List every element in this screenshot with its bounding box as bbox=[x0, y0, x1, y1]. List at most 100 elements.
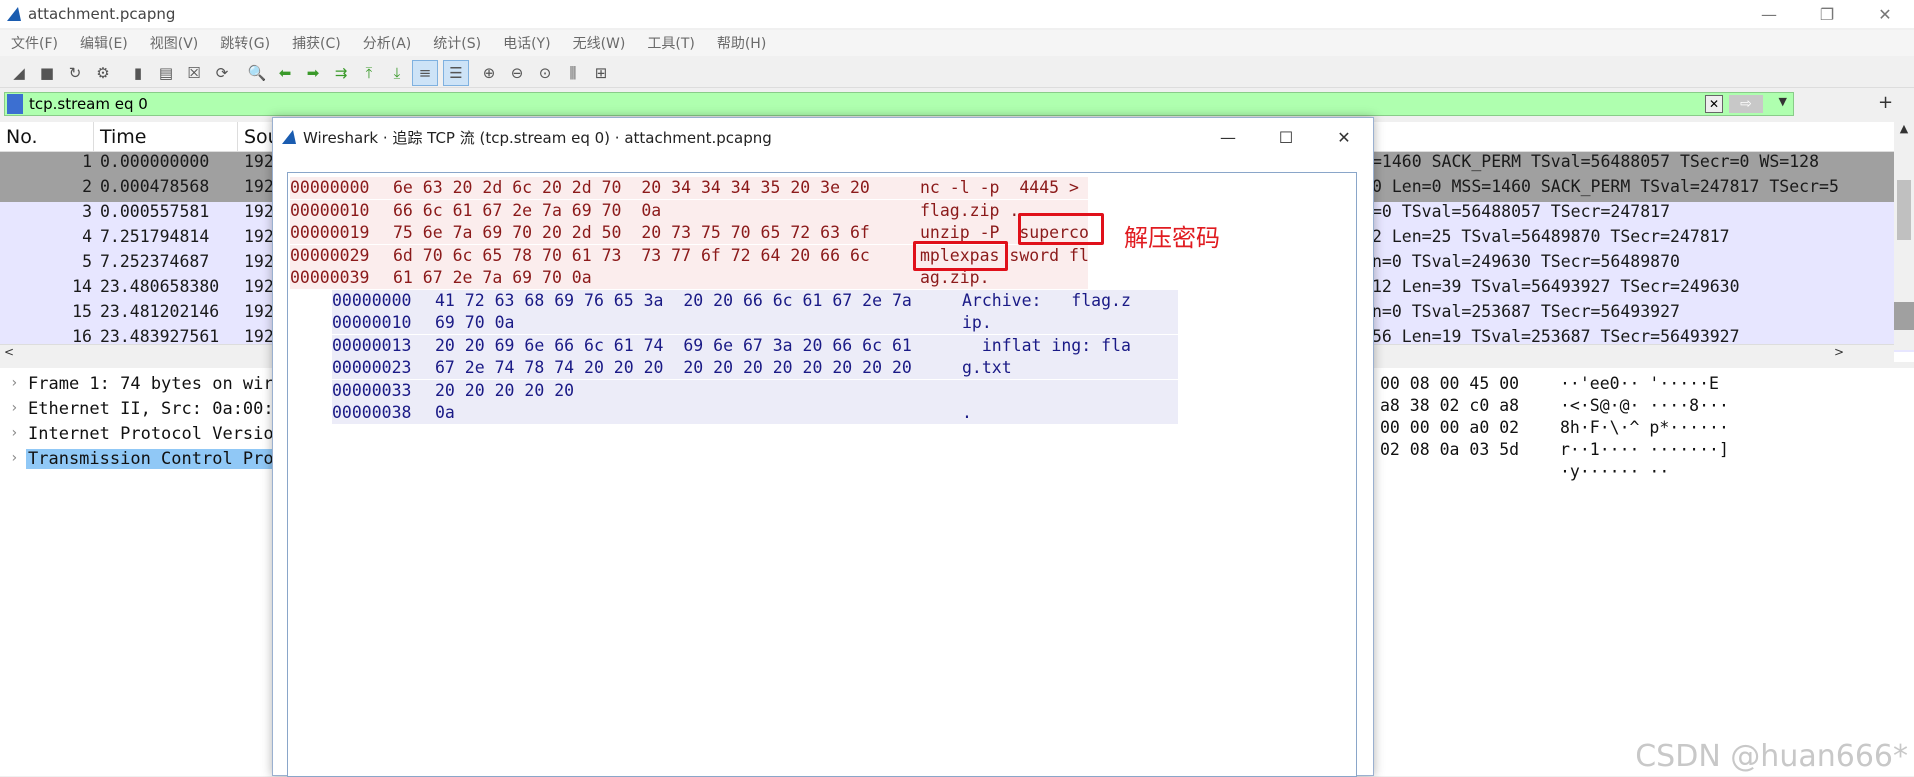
menu-file[interactable]: 文件(F) bbox=[11, 33, 58, 53]
stream-ascii: inflat ing: fla bbox=[962, 335, 1131, 355]
go-forward-icon[interactable]: ➡ bbox=[300, 60, 326, 86]
scroll-right-icon[interactable]: > bbox=[1834, 345, 1844, 359]
clear-filter-icon[interactable]: ✕ bbox=[1705, 95, 1723, 113]
menu-wireless[interactable]: 无线(W) bbox=[573, 33, 626, 53]
column-time[interactable]: Time bbox=[94, 121, 238, 152]
stream-offset: 00000033 bbox=[332, 380, 412, 400]
packet-list-scrollbar[interactable]: ▲ bbox=[1894, 122, 1914, 350]
stream-offset: 00000000 bbox=[332, 290, 412, 310]
dialog-maximize-button[interactable]: ☐ bbox=[1257, 118, 1315, 156]
password-highlight-2 bbox=[913, 241, 1008, 271]
menu-view[interactable]: 视图(V) bbox=[150, 33, 199, 53]
restart-capture-icon[interactable]: ↻ bbox=[62, 60, 88, 86]
start-capture-icon[interactable]: ◢ bbox=[6, 60, 32, 86]
zoom-out-icon[interactable]: ⊖ bbox=[504, 60, 530, 86]
detail-text: Ethernet II, Src: 0a:00: bbox=[28, 399, 274, 419]
go-first-icon[interactable]: ⤒ bbox=[356, 60, 382, 86]
stream-bytes: 75 6e 7a 69 70 20 2d 50 20 73 75 70 65 7… bbox=[393, 223, 870, 242]
menu-analyze[interactable]: 分析(A) bbox=[363, 33, 412, 53]
restore-button[interactable]: ❐ bbox=[1798, 0, 1856, 28]
dialog-controls: — ☐ ✕ bbox=[1199, 118, 1373, 156]
packet-time: 7.251794814 bbox=[100, 227, 210, 246]
column-no[interactable]: No. bbox=[0, 121, 94, 152]
stream-bytes: 61 67 2e 7a 69 70 0a bbox=[393, 268, 592, 287]
menu-statistics[interactable]: 统计(S) bbox=[433, 33, 481, 53]
packet-info: 0 Len=0 MSS=1460 SACK_PERM TSval=247817 … bbox=[1372, 177, 1839, 196]
go-back-icon[interactable]: ⬅ bbox=[272, 60, 298, 86]
autoscroll-icon[interactable]: ≡ bbox=[412, 59, 438, 86]
go-to-packet-icon[interactable]: ⇉ bbox=[328, 60, 354, 86]
chevron-down-icon[interactable]: ▼ bbox=[1779, 95, 1787, 108]
main-toolbar: ◢ ■ ↻ ⚙ ▮ ▤ ☒ ⟳ 🔍 ⬅ ➡ ⇉ ⤒ ⤓ ≡ ☰ ⊕ ⊖ ⊙ ⫼ … bbox=[0, 58, 1914, 88]
password-highlight-1 bbox=[1018, 213, 1104, 245]
layout-icon[interactable]: ⊞ bbox=[588, 60, 614, 86]
menu-go[interactable]: 跳转(G) bbox=[220, 33, 270, 53]
packet-info: 2 Len=25 TSval=56489870 TSecr=247817 bbox=[1372, 227, 1730, 246]
menu-tools[interactable]: 工具(T) bbox=[647, 33, 694, 53]
display-filter-input[interactable]: tcp.stream eq 0 bbox=[29, 95, 148, 113]
packet-src: 192 bbox=[244, 302, 274, 321]
follow-tcp-stream-dialog: Wireshark · 追踪 TCP 流 (tcp.stream eq 0) ·… bbox=[272, 117, 1374, 777]
scroll-up-icon[interactable]: ▲ bbox=[1894, 122, 1914, 135]
zoom-normal-icon[interactable]: ⊙ bbox=[532, 60, 558, 86]
dialog-close-button[interactable]: ✕ bbox=[1315, 118, 1373, 156]
stream-bytes: 0a bbox=[435, 403, 455, 422]
packet-info: =0 TSval=56488057 TSecr=247817 bbox=[1372, 202, 1671, 221]
stream-content[interactable]: 00000000 6e 63 20 2d 6c 20 2d 70 20 34 34… bbox=[287, 172, 1357, 777]
expand-arrow-icon[interactable]: › bbox=[10, 375, 18, 391]
stream-ascii: ip. bbox=[962, 313, 992, 332]
client-data-row: 00000000 6e 63 20 2d 6c 20 2d 70 20 34 34… bbox=[290, 177, 1088, 199]
hex-bytes: 02 08 0a 03 5d bbox=[1380, 440, 1520, 459]
stream-ascii: g.txt bbox=[962, 358, 1012, 377]
window-controls: — ❐ ✕ bbox=[1740, 0, 1914, 28]
open-file-icon[interactable]: ▮ bbox=[125, 60, 151, 86]
scroll-thumb[interactable] bbox=[1897, 180, 1911, 240]
stream-bytes: 41 72 63 68 69 76 65 3a 20 20 66 6c 61 6… bbox=[435, 290, 912, 310]
bookmark-icon[interactable] bbox=[7, 94, 23, 114]
find-packet-icon[interactable]: 🔍 bbox=[244, 60, 270, 86]
packet-src: 192 bbox=[244, 252, 274, 271]
menu-help[interactable]: 帮助(H) bbox=[717, 33, 766, 53]
packet-src: 192 bbox=[244, 177, 274, 196]
expand-arrow-icon[interactable]: › bbox=[10, 425, 18, 441]
go-last-icon[interactable]: ⤓ bbox=[384, 60, 410, 86]
close-button[interactable]: ✕ bbox=[1856, 0, 1914, 28]
scroll-marker bbox=[1894, 302, 1914, 330]
dialog-minimize-button[interactable]: — bbox=[1199, 118, 1257, 156]
server-data-row: 00000023 67 2e 74 78 74 20 20 20 20 20 20… bbox=[332, 357, 1178, 379]
zoom-in-icon[interactable]: ⊕ bbox=[476, 60, 502, 86]
menu-telephony[interactable]: 电话(Y) bbox=[503, 33, 550, 53]
packet-time: 0.000557581 bbox=[100, 202, 210, 221]
packet-src: 192 bbox=[244, 277, 274, 296]
add-filter-button[interactable]: + bbox=[1878, 92, 1893, 113]
packet-info: n=0 TSval=249630 TSecr=56489870 bbox=[1372, 252, 1680, 271]
minimize-button[interactable]: — bbox=[1740, 0, 1798, 28]
hex-ascii: ·<·S@·@· ····8··· bbox=[1560, 396, 1729, 415]
packet-src: 192 bbox=[244, 152, 274, 171]
menu-capture[interactable]: 捕获(C) bbox=[292, 33, 341, 53]
hex-ascii: ··'ee0·· '·····E bbox=[1560, 374, 1719, 393]
hex-ascii: ·y······ ·· bbox=[1560, 462, 1670, 481]
packet-no: 2 bbox=[82, 177, 92, 196]
scroll-left-icon[interactable]: < bbox=[4, 345, 14, 359]
stop-capture-icon[interactable]: ■ bbox=[34, 60, 60, 86]
expand-arrow-icon[interactable]: › bbox=[10, 450, 18, 466]
stream-offset: 00000013 bbox=[332, 335, 412, 355]
packet-no: 15 bbox=[72, 302, 92, 321]
server-data-row: 00000010 69 70 0a ip. bbox=[332, 312, 1178, 334]
stream-bytes: 20 20 20 20 20 bbox=[435, 380, 575, 400]
hex-bytes: 00 00 00 a0 02 bbox=[1380, 418, 1520, 437]
menu-edit[interactable]: 编辑(E) bbox=[80, 33, 128, 53]
expand-arrow-icon[interactable]: › bbox=[10, 400, 18, 416]
menu-bar: 文件(F) 编辑(E) 视图(V) 跳转(G) 捕获(C) 分析(A) 统计(S… bbox=[0, 30, 1914, 56]
reload-file-icon[interactable]: ⟳ bbox=[209, 60, 235, 86]
close-file-icon[interactable]: ☒ bbox=[181, 60, 207, 86]
resize-columns-icon[interactable]: ⫼ bbox=[560, 60, 586, 86]
save-file-icon[interactable]: ▤ bbox=[153, 60, 179, 86]
capture-options-icon[interactable]: ⚙ bbox=[90, 60, 116, 86]
colorize-icon[interactable]: ☰ bbox=[443, 59, 469, 86]
hex-bytes: a8 38 02 c0 a8 bbox=[1380, 396, 1520, 415]
packet-time: 7.252374687 bbox=[100, 252, 210, 271]
apply-filter-button[interactable]: ⇨ bbox=[1729, 95, 1763, 113]
detail-text: Frame 1: 74 bytes on wir bbox=[28, 374, 274, 394]
